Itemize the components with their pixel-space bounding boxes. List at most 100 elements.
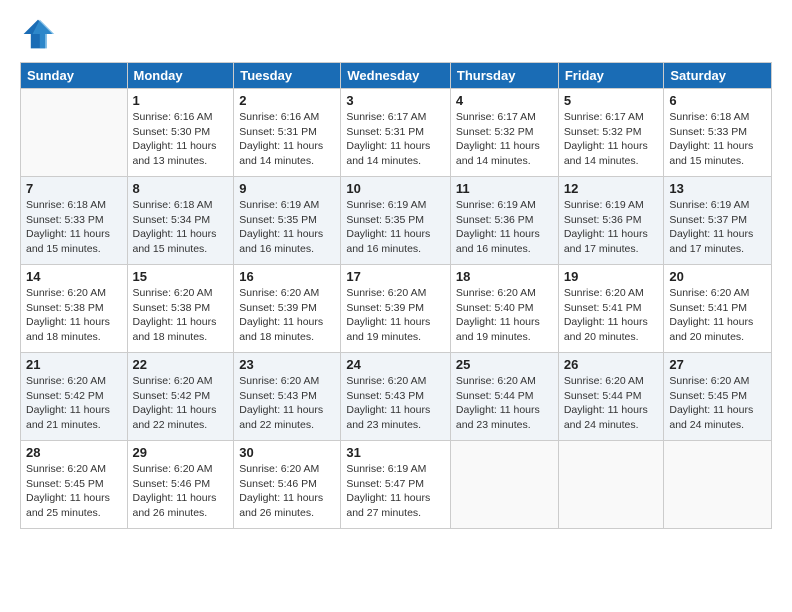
day-info: Sunrise: 6:19 AMSunset: 5:36 PMDaylight:… (456, 198, 553, 257)
calendar-table: SundayMondayTuesdayWednesdayThursdayFrid… (20, 62, 772, 529)
calendar-cell: 5 Sunrise: 6:17 AMSunset: 5:32 PMDaylight… (558, 89, 664, 177)
calendar-cell (664, 441, 772, 529)
calendar-cell: 24Sunrise: 6:20 AMSunset: 5:43 PMDayligh… (341, 353, 451, 441)
day-info: Sunrise: 6:20 AMSunset: 5:42 PMDaylight:… (26, 374, 122, 433)
calendar-cell: 27Sunrise: 6:20 AMSunset: 5:45 PMDayligh… (664, 353, 772, 441)
day-info: Sunrise: 6:20 AMSunset: 5:43 PMDaylight:… (346, 374, 445, 433)
calendar-cell: 14 Sunrise: 6:20 AMSunset: 5:38 PMDayligh… (21, 265, 128, 353)
calendar-cell: 17 Sunrise: 6:20 AMSunset: 5:39 PMDayligh… (341, 265, 451, 353)
calendar-cell: 31 Sunrise: 6:19 AMSunset: 5:47 PMDayligh… (341, 441, 451, 529)
day-number: 17 (346, 269, 445, 284)
weekday-header-sunday: Sunday (21, 63, 128, 89)
day-info: Sunrise: 6:18 AMSunset: 5:33 PMDaylight:… (26, 198, 122, 257)
day-info: Sunrise: 6:18 AMSunset: 5:34 PMDaylight:… (133, 198, 229, 257)
logo (20, 16, 60, 52)
day-number: 7 (26, 181, 122, 196)
page: SundayMondayTuesdayWednesdayThursdayFrid… (0, 0, 792, 612)
calendar-body: 1Sunrise: 6:16 AMSunset: 5:30 PMDaylight… (21, 89, 772, 529)
day-info: Sunrise: 6:20 AMSunset: 5:45 PMDaylight:… (26, 462, 122, 521)
day-number: 6 (669, 93, 766, 108)
day-number: 13 (669, 181, 766, 196)
day-info: Sunrise: 6:20 AMSunset: 5:39 PMDaylight:… (239, 286, 335, 345)
calendar-cell: 23 Sunrise: 6:20 AMSunset: 5:43 PMDayligh… (234, 353, 341, 441)
day-info: Sunrise: 6:20 AMSunset: 5:38 PMDaylight:… (133, 286, 229, 345)
day-info: Sunrise: 6:19 AMSunset: 5:35 PMDaylight:… (346, 198, 445, 257)
day-number: 14 (26, 269, 122, 284)
day-info: Sunrise: 6:20 AMSunset: 5:46 PMDaylight:… (133, 462, 229, 521)
day-number: 3 (346, 93, 445, 108)
day-number: 19 (564, 269, 659, 284)
calendar-cell: 12Sunrise: 6:19 AMSunset: 5:36 PMDayligh… (558, 177, 664, 265)
calendar-cell (558, 441, 664, 529)
calendar-cell: 7 Sunrise: 6:18 AMSunset: 5:33 PMDaylight… (21, 177, 128, 265)
day-info: Sunrise: 6:20 AMSunset: 5:44 PMDaylight:… (564, 374, 659, 433)
day-info: Sunrise: 6:20 AMSunset: 5:44 PMDaylight:… (456, 374, 553, 433)
day-number: 23 (239, 357, 335, 372)
day-info: Sunrise: 6:19 AMSunset: 5:37 PMDaylight:… (669, 198, 766, 257)
day-info: Sunrise: 6:19 AMSunset: 5:47 PMDaylight:… (346, 462, 445, 521)
day-number: 15 (133, 269, 229, 284)
day-info: Sunrise: 6:20 AMSunset: 5:40 PMDaylight:… (456, 286, 553, 345)
calendar-week-row: 7 Sunrise: 6:18 AMSunset: 5:33 PMDaylight… (21, 177, 772, 265)
day-info: Sunrise: 6:19 AMSunset: 5:35 PMDaylight:… (239, 198, 335, 257)
calendar-cell: 28 Sunrise: 6:20 AMSunset: 5:45 PMDayligh… (21, 441, 128, 529)
calendar-cell: 18Sunrise: 6:20 AMSunset: 5:40 PMDayligh… (450, 265, 558, 353)
calendar-cell: 29 Sunrise: 6:20 AMSunset: 5:46 PMDayligh… (127, 441, 234, 529)
calendar-cell (21, 89, 128, 177)
day-info: Sunrise: 6:16 AMSunset: 5:31 PMDaylight:… (239, 110, 335, 169)
weekday-row: SundayMondayTuesdayWednesdayThursdayFrid… (21, 63, 772, 89)
day-info: Sunrise: 6:20 AMSunset: 5:39 PMDaylight:… (346, 286, 445, 345)
day-info: Sunrise: 6:20 AMSunset: 5:45 PMDaylight:… (669, 374, 766, 433)
day-info: Sunrise: 6:17 AMSunset: 5:32 PMDaylight:… (564, 110, 659, 169)
day-info: Sunrise: 6:20 AMSunset: 5:38 PMDaylight:… (26, 286, 122, 345)
day-number: 31 (346, 445, 445, 460)
weekday-header-wednesday: Wednesday (341, 63, 451, 89)
calendar-cell: 22 Sunrise: 6:20 AMSunset: 5:42 PMDayligh… (127, 353, 234, 441)
day-number: 10 (346, 181, 445, 196)
calendar-cell: 21Sunrise: 6:20 AMSunset: 5:42 PMDayligh… (21, 353, 128, 441)
weekday-header-saturday: Saturday (664, 63, 772, 89)
calendar-cell (450, 441, 558, 529)
day-info: Sunrise: 6:20 AMSunset: 5:46 PMDaylight:… (239, 462, 335, 521)
weekday-header-monday: Monday (127, 63, 234, 89)
day-number: 20 (669, 269, 766, 284)
weekday-header-friday: Friday (558, 63, 664, 89)
logo-icon (20, 16, 56, 52)
calendar-cell: 13 Sunrise: 6:19 AMSunset: 5:37 PMDayligh… (664, 177, 772, 265)
calendar-cell: 15 Sunrise: 6:20 AMSunset: 5:38 PMDayligh… (127, 265, 234, 353)
day-number: 4 (456, 93, 553, 108)
day-number: 29 (133, 445, 229, 460)
weekday-header-tuesday: Tuesday (234, 63, 341, 89)
day-info: Sunrise: 6:17 AMSunset: 5:32 PMDaylight:… (456, 110, 553, 169)
calendar-cell: 8 Sunrise: 6:18 AMSunset: 5:34 PMDaylight… (127, 177, 234, 265)
calendar-cell: 3Sunrise: 6:17 AMSunset: 5:31 PMDaylight… (341, 89, 451, 177)
day-number: 30 (239, 445, 335, 460)
calendar-cell: 6Sunrise: 6:18 AMSunset: 5:33 PMDaylight… (664, 89, 772, 177)
day-number: 16 (239, 269, 335, 284)
day-number: 2 (239, 93, 335, 108)
day-number: 9 (239, 181, 335, 196)
calendar-cell: 11 Sunrise: 6:19 AMSunset: 5:36 PMDayligh… (450, 177, 558, 265)
calendar-cell: 2 Sunrise: 6:16 AMSunset: 5:31 PMDaylight… (234, 89, 341, 177)
calendar-cell: 10 Sunrise: 6:19 AMSunset: 5:35 PMDayligh… (341, 177, 451, 265)
calendar-week-row: 14 Sunrise: 6:20 AMSunset: 5:38 PMDayligh… (21, 265, 772, 353)
calendar-cell: 25 Sunrise: 6:20 AMSunset: 5:44 PMDayligh… (450, 353, 558, 441)
day-info: Sunrise: 6:20 AMSunset: 5:42 PMDaylight:… (133, 374, 229, 433)
day-number: 11 (456, 181, 553, 196)
day-info: Sunrise: 6:20 AMSunset: 5:41 PMDaylight:… (564, 286, 659, 345)
day-number: 5 (564, 93, 659, 108)
calendar-cell: 19 Sunrise: 6:20 AMSunset: 5:41 PMDayligh… (558, 265, 664, 353)
day-info: Sunrise: 6:20 AMSunset: 5:41 PMDaylight:… (669, 286, 766, 345)
day-number: 8 (133, 181, 229, 196)
day-number: 22 (133, 357, 229, 372)
day-info: Sunrise: 6:16 AMSunset: 5:30 PMDaylight:… (133, 110, 229, 169)
day-number: 28 (26, 445, 122, 460)
day-info: Sunrise: 6:20 AMSunset: 5:43 PMDaylight:… (239, 374, 335, 433)
calendar-week-row: 1Sunrise: 6:16 AMSunset: 5:30 PMDaylight… (21, 89, 772, 177)
day-number: 26 (564, 357, 659, 372)
day-number: 25 (456, 357, 553, 372)
calendar-cell: 4 Sunrise: 6:17 AMSunset: 5:32 PMDaylight… (450, 89, 558, 177)
day-number: 12 (564, 181, 659, 196)
calendar-header: SundayMondayTuesdayWednesdayThursdayFrid… (21, 63, 772, 89)
calendar-cell: 20 Sunrise: 6:20 AMSunset: 5:41 PMDayligh… (664, 265, 772, 353)
